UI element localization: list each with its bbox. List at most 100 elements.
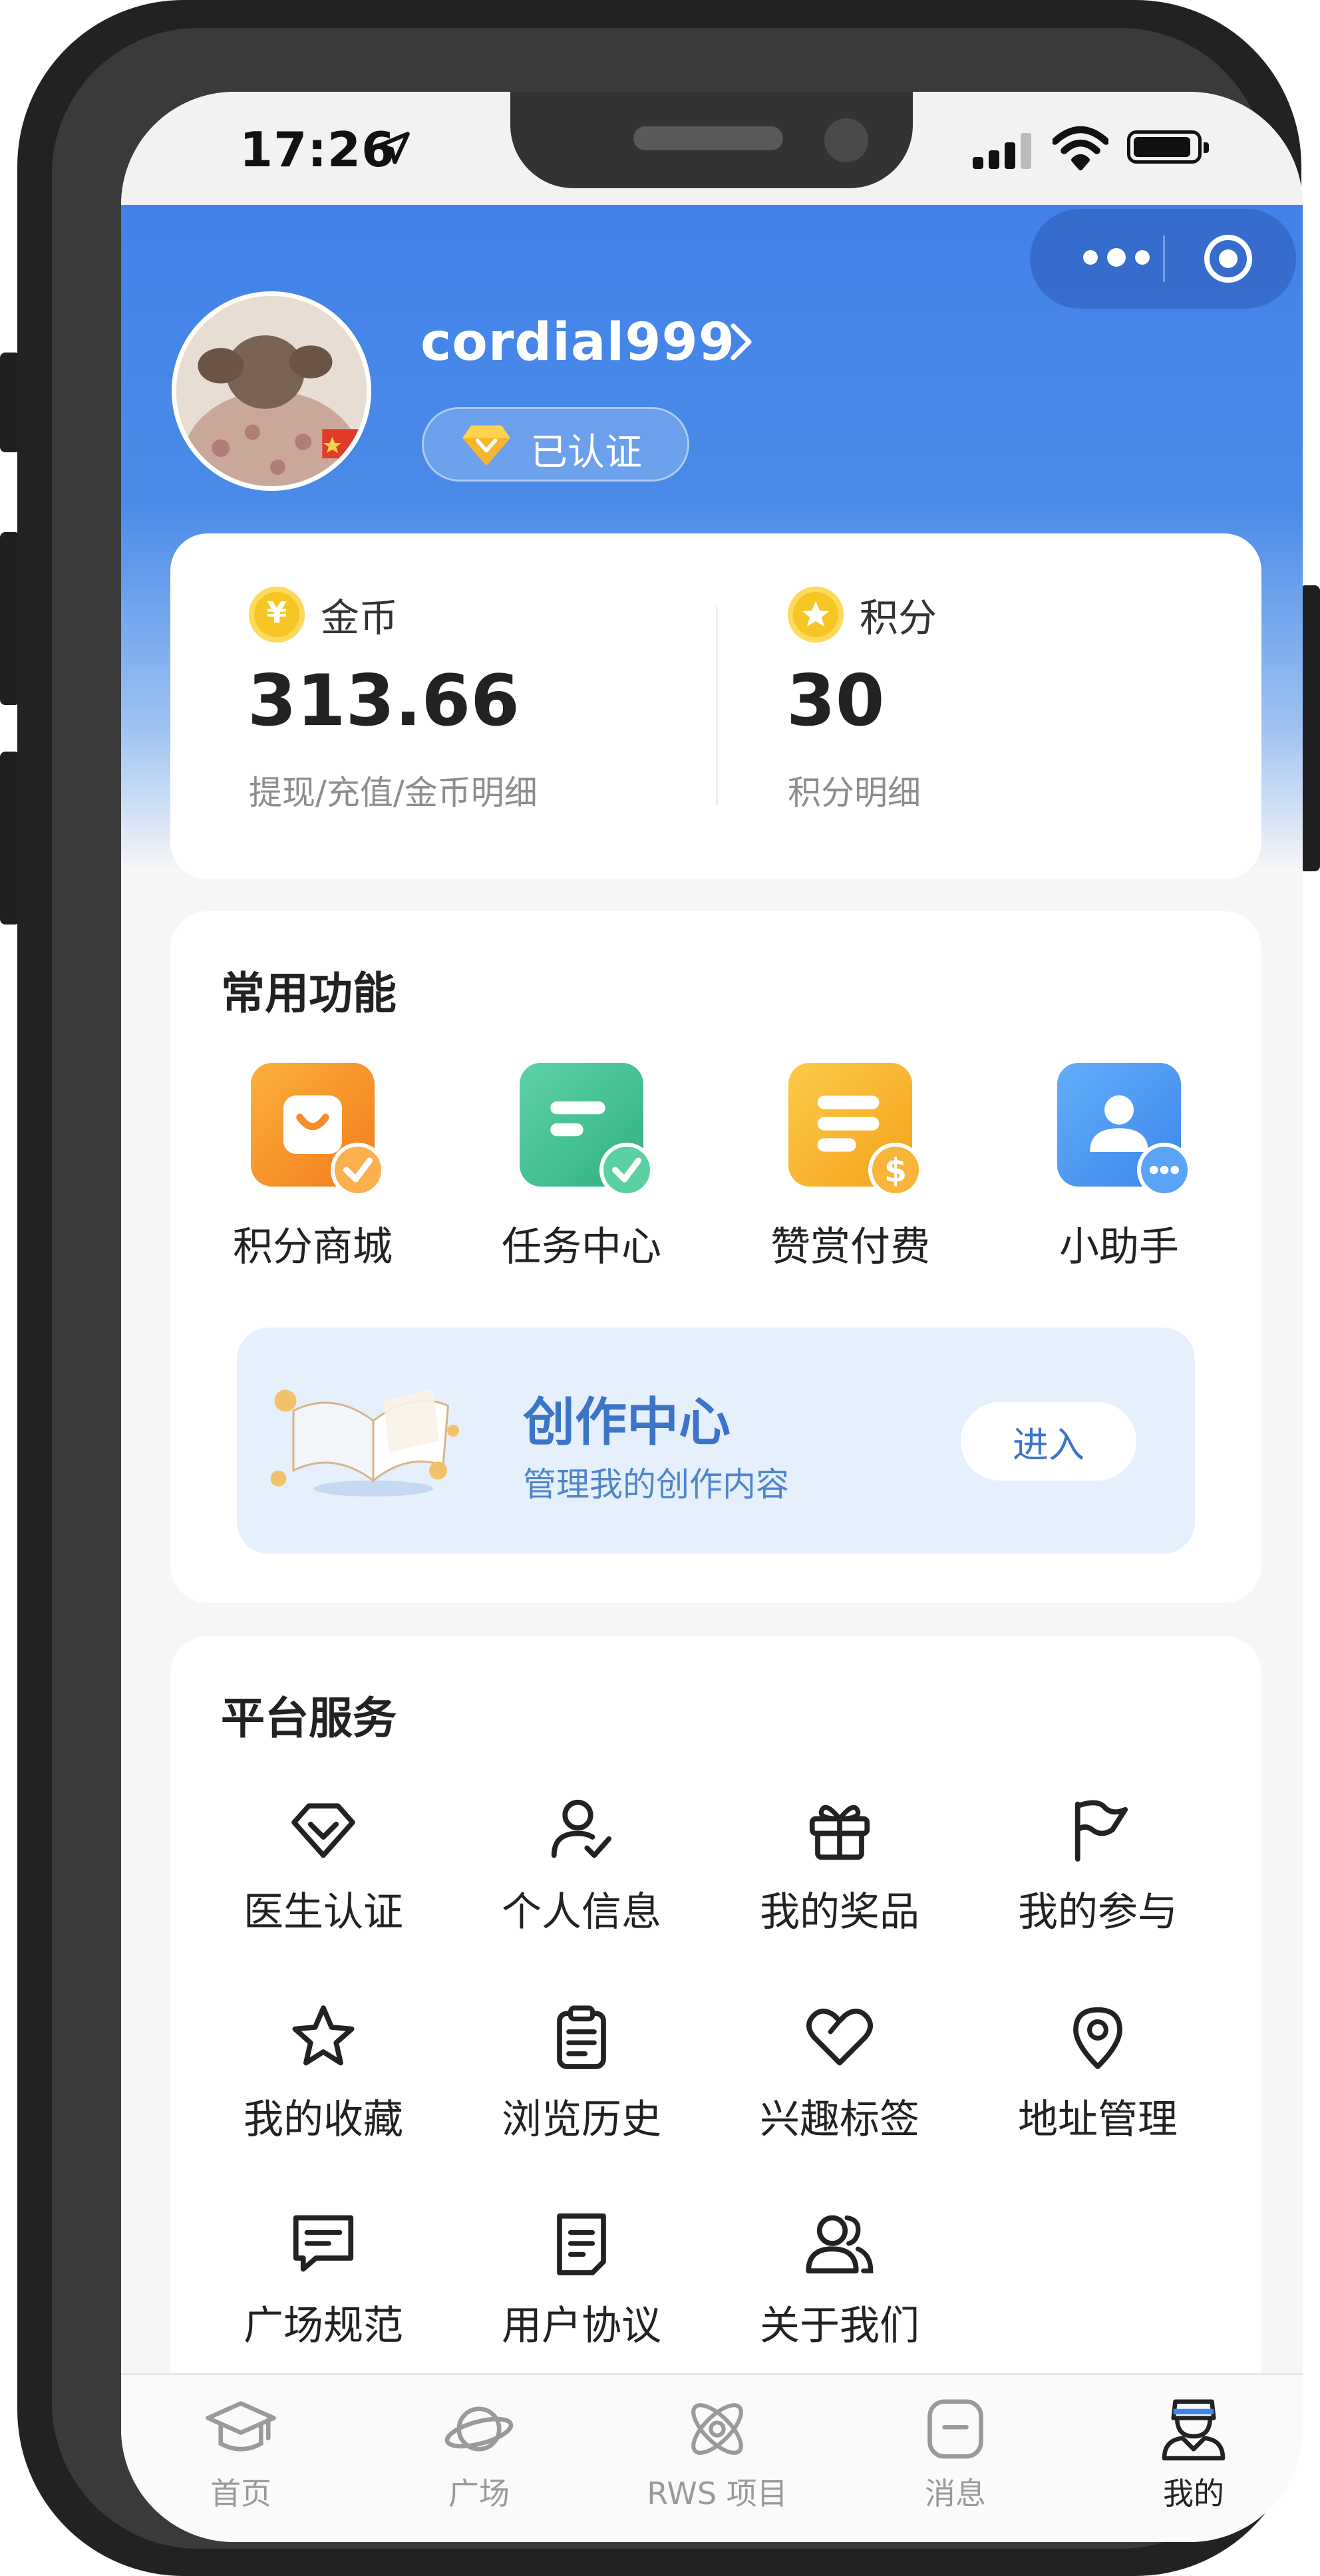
message-box-icon — [927, 2399, 983, 2459]
svc-label: 我的参与 — [1018, 1889, 1178, 1935]
username[interactable]: cordial999 — [420, 313, 735, 372]
fn-label: 赞赏付费 — [770, 1224, 930, 1270]
pay-dollar-icon: $ — [788, 1063, 923, 1197]
front-camera — [824, 118, 868, 162]
more-dots-icon[interactable] — [1083, 248, 1150, 267]
close-target-icon[interactable] — [1202, 232, 1255, 285]
wallet-card: ¥ 金币 313.66 提现/充值/金币明细 积分 30 积分明细 — [170, 533, 1261, 879]
clipboard-icon — [557, 2005, 606, 2069]
assistant-icon — [1057, 1063, 1192, 1197]
message-icon — [293, 2215, 354, 2272]
power-button — [1300, 585, 1320, 871]
svc-label: 浏览历史 — [502, 2096, 661, 2143]
diamond-icon — [291, 1803, 355, 1858]
fn-task-center[interactable]: 任务中心 — [468, 1063, 695, 1272]
svc-label: 关于我们 — [760, 2303, 919, 2349]
capsule-divider — [1163, 235, 1165, 282]
location-pin-icon — [1073, 2007, 1122, 2069]
svc-my-prizes[interactable]: 我的奖品 — [713, 1793, 966, 1937]
tab-home[interactable]: 首页 — [141, 2392, 341, 2513]
planet-icon — [444, 2406, 514, 2452]
svc-browse-history[interactable]: 浏览历史 — [455, 2001, 708, 2145]
tab-label: 广场 — [448, 2476, 510, 2511]
document-icon — [557, 2213, 606, 2275]
svc-interest-tags[interactable]: 兴趣标签 — [713, 2001, 966, 2145]
tab-rws-projects[interactable]: RWS 项目 — [617, 2392, 817, 2513]
svc-my-participation[interactable]: 我的参与 — [971, 1793, 1224, 1937]
section-title: 平台服务 — [221, 1693, 397, 1744]
phone-screen: 17:26 cordial999 已认证 ¥ 金币 313.66 提现/充值/金… — [121, 92, 1303, 2542]
points-value[interactable]: 30 — [786, 660, 885, 742]
tab-mine[interactable]: 我的 — [1094, 2392, 1293, 2513]
section-title: 常用功能 — [221, 968, 397, 1019]
svc-label: 广场规范 — [244, 2303, 403, 2349]
fn-reward-pay[interactable]: $ 赞赏付费 — [737, 1063, 963, 1272]
svc-label: 个人信息 — [502, 1889, 661, 1935]
star-icon — [292, 2005, 355, 2066]
verified-label: 已认证 — [530, 431, 642, 474]
coins-detail-link[interactable]: 提现/充值/金币明细 — [249, 766, 538, 814]
tab-label: 我的 — [1163, 2476, 1224, 2511]
flag-icon — [1074, 1800, 1128, 1862]
task-check-icon — [520, 1063, 654, 1197]
fn-points-mall[interactable]: 积分商城 — [200, 1063, 426, 1272]
svc-user-agreement[interactable]: 用户协议 — [455, 2207, 708, 2351]
tab-bar: 首页 广场 RWS 项目 消息 我的 — [121, 2373, 1303, 2542]
tab-label: 消息 — [925, 2476, 986, 2511]
fn-label: 任务中心 — [502, 1224, 661, 1270]
wifi-icon — [1053, 126, 1108, 171]
location-arrow-icon — [377, 132, 410, 164]
coins-value[interactable]: 313.66 — [248, 660, 520, 742]
book-illustration-icon — [270, 1389, 459, 1497]
star-coin-icon — [788, 587, 844, 643]
speaker-grille — [633, 126, 783, 150]
svc-doctor-certification[interactable]: 医生认证 — [197, 1793, 450, 1937]
users-icon — [806, 2215, 874, 2274]
fn-label: 小助手 — [1059, 1224, 1179, 1270]
avatar-photo — [176, 296, 367, 486]
svc-label: 地址管理 — [1018, 2096, 1178, 2143]
svc-about-us[interactable]: 关于我们 — [713, 2207, 966, 2351]
svc-label: 我的收藏 — [244, 2096, 403, 2143]
svc-label: 我的奖品 — [760, 1889, 919, 1935]
creation-title: 创作中心 — [523, 1393, 731, 1453]
yen-coin-icon: ¥ — [249, 587, 305, 643]
tab-messages[interactable]: 消息 — [856, 2392, 1055, 2513]
svc-personal-info[interactable]: 个人信息 — [455, 1793, 708, 1937]
cellular-signal-icon — [973, 132, 1031, 169]
enter-button[interactable]: 进入 — [961, 1402, 1136, 1481]
svc-label: 用户协议 — [502, 2303, 661, 2349]
gift-icon — [809, 1804, 870, 1860]
battery-icon — [1127, 130, 1209, 164]
nurse-icon — [1162, 2399, 1226, 2461]
fn-assistant[interactable]: 小助手 — [1006, 1063, 1232, 1272]
tab-square[interactable]: 广场 — [379, 2392, 579, 2513]
svg-text:$: $ — [884, 1152, 907, 1190]
miniprogram-capsule — [1030, 209, 1296, 309]
tab-label: RWS 项目 — [647, 2476, 788, 2511]
chevron-right-icon[interactable] — [728, 322, 754, 362]
points-label: 积分 — [860, 595, 937, 641]
user-check-icon — [551, 1799, 612, 1858]
status-time: 17:26 — [240, 122, 396, 178]
heart-icon — [806, 2008, 873, 2066]
svc-address-management[interactable]: 地址管理 — [971, 2001, 1224, 2145]
coins-label: 金币 — [321, 595, 399, 641]
diamond-badge-icon — [462, 425, 511, 466]
points-detail-link[interactable]: 积分明细 — [788, 766, 921, 814]
phone-frame: 17:26 cordial999 已认证 ¥ 金币 313.66 提现/充值/金… — [17, 0, 1303, 2576]
verified-badge[interactable]: 已认证 — [422, 407, 689, 482]
common-functions-card: 常用功能 积分商城 任务中心 $ 赞赏付费 小助手 创作中心 管理我的创作内容 … — [170, 911, 1261, 1603]
avatar[interactable] — [172, 291, 371, 491]
svc-label: 兴趣标签 — [760, 2096, 919, 2143]
tab-label: 首页 — [210, 2476, 271, 2511]
creation-subtitle: 管理我的创作内容 — [523, 1465, 789, 1504]
creation-center-banner[interactable]: 创作中心 管理我的创作内容 进入 — [237, 1328, 1195, 1554]
svc-my-favorites[interactable]: 我的收藏 — [197, 2001, 450, 2145]
fn-label: 积分商城 — [233, 1224, 393, 1270]
svc-label: 医生认证 — [244, 1889, 403, 1935]
svc-square-rules[interactable]: 广场规范 — [197, 2207, 450, 2351]
bag-check-icon — [251, 1063, 385, 1197]
atom-icon — [691, 2403, 743, 2455]
graduation-cap-icon — [206, 2401, 276, 2452]
